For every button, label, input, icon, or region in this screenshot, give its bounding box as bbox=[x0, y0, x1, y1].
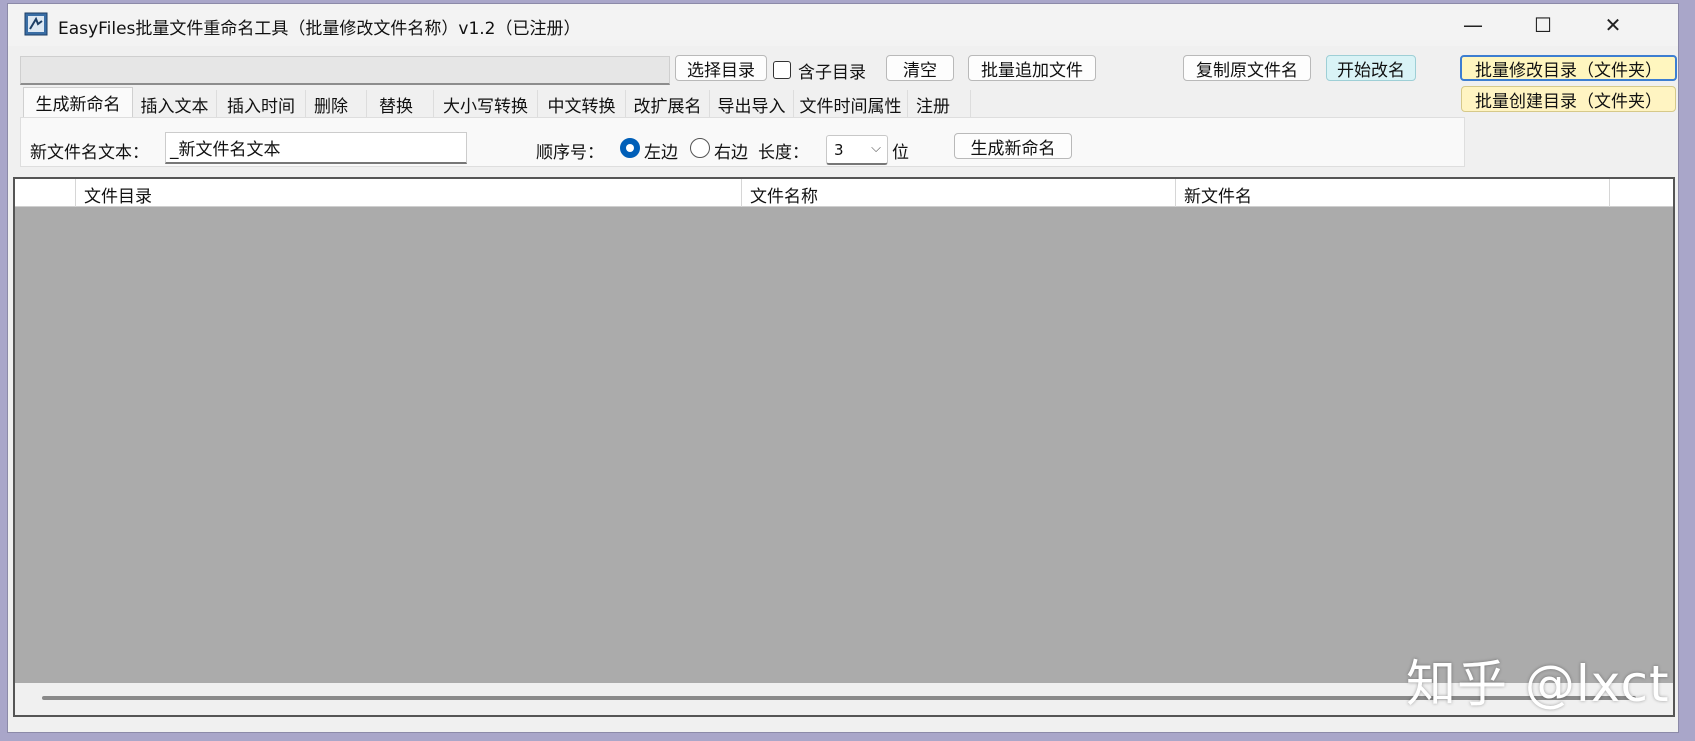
batch-add-files-button[interactable]: 批量追加文件 bbox=[968, 55, 1096, 81]
sequence-right-label: 右边 bbox=[714, 143, 748, 163]
start-rename-button[interactable]: 开始改名 bbox=[1326, 55, 1416, 81]
maximize-button[interactable]: ☐ bbox=[1508, 4, 1578, 46]
new-name-text-input[interactable]: _新文件名文本 bbox=[165, 132, 467, 164]
tab-insert-time[interactable]: 插入时间 bbox=[217, 90, 306, 118]
tab-change-extension[interactable]: 改扩展名 bbox=[626, 90, 710, 118]
include-subdirs-label: 含子目录 bbox=[798, 63, 866, 83]
tab-register[interactable]: 注册 bbox=[908, 90, 971, 118]
title-bar: EasyFiles批量文件重命名工具（批量修改文件名称）v1.2（已注册） — … bbox=[8, 4, 1678, 46]
batch-modify-dirs-button[interactable]: 批量修改目录（文件夹） bbox=[1460, 55, 1677, 81]
new-name-text-label: 新文件名文本： bbox=[30, 143, 149, 163]
grid-header-new-filename[interactable]: 新文件名 bbox=[1175, 179, 1609, 207]
app-logo-icon bbox=[24, 12, 48, 36]
length-label: 长度： bbox=[758, 143, 809, 163]
tab-export-import[interactable]: 导出导入 bbox=[710, 90, 794, 118]
tab-replace[interactable]: 替换 bbox=[367, 90, 434, 118]
chevron-down-icon: ⌵ bbox=[871, 141, 881, 156]
file-list-grid[interactable]: 文件目录 文件名称 新文件名 bbox=[13, 177, 1675, 717]
clear-button[interactable]: 清空 bbox=[886, 55, 954, 81]
grid-header-row-indicator bbox=[15, 179, 75, 207]
maximize-icon: ☐ bbox=[1534, 13, 1552, 37]
length-select[interactable]: 3 ⌵ bbox=[826, 135, 888, 165]
app-window: EasyFiles批量文件重命名工具（批量修改文件名称）v1.2（已注册） — … bbox=[7, 3, 1679, 733]
select-directory-button[interactable]: 选择目录 bbox=[675, 55, 767, 81]
grid-header-filler bbox=[1609, 179, 1673, 207]
tab-chinese-convert[interactable]: 中文转换 bbox=[538, 90, 626, 118]
tab-generate-new-name[interactable]: 生成新命名 bbox=[23, 87, 133, 117]
directory-path-input[interactable] bbox=[20, 56, 670, 85]
grid-header-directory[interactable]: 文件目录 bbox=[75, 179, 741, 207]
sequence-left-radio[interactable] bbox=[620, 138, 640, 158]
sequence-number-label: 顺序号： bbox=[536, 143, 604, 163]
tab-case-convert[interactable]: 大小写转换 bbox=[434, 90, 538, 118]
batch-create-dirs-button[interactable]: 批量创建目录（文件夹） bbox=[1461, 86, 1676, 112]
grid-header-filename[interactable]: 文件名称 bbox=[741, 179, 1175, 207]
grid-header: 文件目录 文件名称 新文件名 bbox=[15, 179, 1673, 207]
scrollbar-thumb[interactable] bbox=[42, 696, 1636, 700]
tab-file-time-attributes[interactable]: 文件时间属性 bbox=[794, 90, 908, 118]
minimize-button[interactable]: — bbox=[1438, 4, 1508, 46]
tab-delete[interactable]: 删除 bbox=[306, 90, 367, 118]
length-value: 3 bbox=[834, 141, 844, 159]
length-unit-label: 位 bbox=[892, 143, 909, 163]
close-button[interactable]: ✕ bbox=[1578, 4, 1648, 46]
sequence-right-radio[interactable] bbox=[690, 138, 710, 158]
close-icon: ✕ bbox=[1604, 13, 1622, 37]
include-subdirs-checkbox[interactable] bbox=[773, 61, 791, 79]
window-title: EasyFiles批量文件重命名工具（批量修改文件名称）v1.2（已注册） bbox=[58, 19, 581, 39]
generate-new-name-button[interactable]: 生成新命名 bbox=[954, 133, 1072, 159]
copy-original-names-button[interactable]: 复制原文件名 bbox=[1183, 55, 1311, 81]
sequence-left-label: 左边 bbox=[644, 143, 678, 163]
tab-insert-text[interactable]: 插入文本 bbox=[133, 90, 217, 118]
watermark-text: 知乎 @lxct bbox=[1406, 655, 1670, 713]
minimize-icon: — bbox=[1463, 13, 1483, 37]
